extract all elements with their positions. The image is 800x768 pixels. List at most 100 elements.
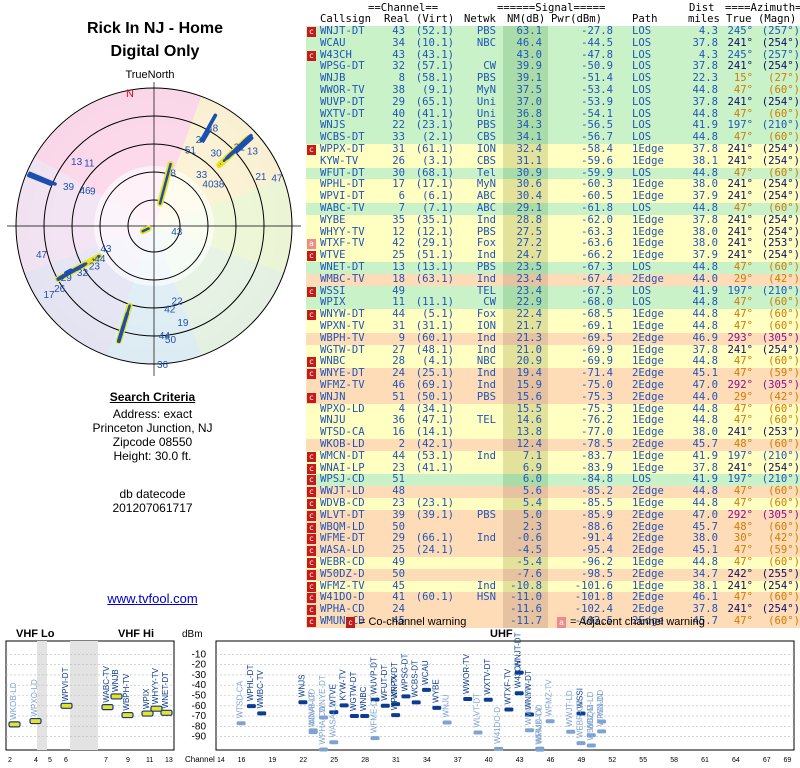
cell-callsign: WTVE bbox=[320, 249, 346, 262]
cell-true-azimuth: 47° bbox=[733, 107, 753, 120]
cell-magnetic-azimuth: (42°) bbox=[768, 390, 800, 403]
cell-miles: 44.8 bbox=[692, 497, 718, 509]
cell-network: CBS bbox=[476, 154, 496, 167]
cell-nm: 23.5 bbox=[516, 261, 542, 273]
cell-real: 29 bbox=[392, 95, 405, 108]
cell-true-azimuth: 241° bbox=[727, 190, 753, 203]
cell-callsign: WTSD-CA bbox=[320, 426, 365, 439]
cell-magnetic-azimuth: (254°) bbox=[761, 603, 800, 616]
cell-callsign: WGTW-DT bbox=[320, 343, 365, 356]
cell-power: -50.9 bbox=[581, 60, 613, 73]
cell-real: 24 bbox=[392, 367, 405, 380]
cell-true-azimuth: 197° bbox=[727, 473, 753, 486]
cell-network: CW bbox=[483, 296, 496, 309]
cell-miles: 37.8 bbox=[692, 36, 718, 49]
adjacent-warning-icon: a bbox=[307, 239, 316, 250]
cell-power: -53.4 bbox=[581, 84, 613, 96]
table-row: c WMCN-DT 44 (53.1) Ind 7.1 -83.7 1Edge 41.9 197°… bbox=[306, 450, 800, 463]
table-row: a WTXF-TV 42 (29.1) Fox 27.2 -63.6 1Edge 38.0 241… bbox=[306, 237, 800, 251]
page-title: Rick In NJ - Home bbox=[86, 20, 224, 37]
cell-power: -85.2 bbox=[581, 485, 613, 498]
cell-power: -76.2 bbox=[581, 414, 613, 427]
table-row: WMBC-TV 18 (63.1) Ind 23.4 -67.4 2Edge 44.0 29° (… bbox=[306, 272, 800, 286]
table-row: c WPSJ-CD 51 6.0 -84.8 LOS 41.9 197° (210°) bbox=[306, 473, 800, 487]
spectrum-bar-label: WPHA-CD bbox=[318, 706, 327, 744]
cell-power: -69.9 bbox=[581, 343, 613, 356]
co-channel-warning-icon: c bbox=[307, 487, 316, 498]
radar-channel-label: 47 bbox=[271, 173, 283, 184]
cell-real: 23 bbox=[392, 461, 405, 474]
cell-real: 18 bbox=[392, 272, 405, 285]
cell-true-azimuth: 47° bbox=[733, 485, 753, 498]
cell-power: -60.5 bbox=[581, 190, 613, 203]
db-datecode: db datecode 201207061717 bbox=[0, 487, 305, 515]
spectrum-bar bbox=[370, 736, 380, 741]
cell-true-azimuth: 47° bbox=[733, 166, 753, 179]
cell-power: -44.5 bbox=[581, 36, 613, 49]
cell-virt: (43.1) bbox=[415, 48, 454, 61]
spectrum-bar bbox=[422, 687, 431, 692]
cell-path: LOS bbox=[632, 72, 652, 85]
cell-miles: 38.0 bbox=[692, 426, 718, 439]
spectrum-bar-label: WKOB-LD bbox=[9, 682, 18, 720]
table-row: WTSD-CA 16 (14.1) 13.8 -77.0 1Edge 38.0 241° (25… bbox=[306, 427, 800, 439]
cell-magnetic-azimuth: (60°) bbox=[768, 520, 800, 533]
cell-callsign: WFUT-DT bbox=[320, 166, 365, 179]
spectrum-bar bbox=[545, 719, 555, 724]
cell-magnetic-azimuth: (254°) bbox=[761, 178, 800, 191]
cell-real: 39 bbox=[392, 508, 405, 521]
spectrum-bar-label: WMBC-TV bbox=[256, 670, 265, 709]
cell-real: 34 bbox=[392, 36, 405, 49]
cell-power: -68.5 bbox=[581, 308, 613, 321]
cell-path: 2Edge bbox=[632, 520, 664, 533]
table-row: WNJB 8 (58.1) PBS 39.1 -51.4 LOS 22.3 15° (27°) bbox=[306, 73, 800, 85]
cell-power: -75.3 bbox=[581, 402, 613, 415]
cell-nm: 2.3 bbox=[522, 520, 542, 533]
cell-path: LOS bbox=[632, 25, 652, 37]
cell-power: -84.8 bbox=[581, 473, 613, 486]
cell-real: 24 bbox=[392, 603, 405, 616]
cell-virt: (23.1) bbox=[415, 497, 454, 509]
cell-real: 42 bbox=[392, 237, 405, 250]
cell-true-azimuth: 241° bbox=[727, 143, 753, 155]
cell-true-azimuth: 29° bbox=[733, 390, 753, 403]
cell-network: PBS bbox=[476, 72, 496, 85]
spectrum-bar-label: WABC-TV bbox=[102, 665, 111, 702]
radar-channel-label: 27 bbox=[196, 135, 208, 146]
cell-miles: 37.8 bbox=[692, 603, 718, 616]
cell-power: -47.8 bbox=[581, 48, 613, 61]
cell-nm: 22.9 bbox=[516, 296, 542, 309]
cell-true-azimuth: 241° bbox=[727, 249, 753, 262]
table-row: WPVI-DT 6 (6.1) ABC 30.4 -60.5 1Edge 37.9 241° (2… bbox=[306, 191, 800, 203]
cell-nm: 15.9 bbox=[516, 379, 542, 391]
radar-channel-label: 17 bbox=[43, 290, 55, 301]
cell-nm: 32.4 bbox=[516, 143, 542, 155]
tvfool-link[interactable]: www.tvfool.com bbox=[0, 591, 305, 606]
cell-magnetic-azimuth: (305°) bbox=[761, 508, 800, 521]
cell-callsign: WNYW-DT bbox=[320, 308, 365, 321]
cell-real: 11 bbox=[392, 296, 405, 309]
cell-network: Ind bbox=[476, 249, 496, 262]
cell-power: -67.3 bbox=[581, 261, 613, 273]
spectrum-bar bbox=[298, 700, 308, 705]
cell-power: -56.7 bbox=[581, 131, 613, 144]
cell-network: TEL bbox=[476, 284, 496, 297]
cell-magnetic-azimuth: (254°) bbox=[761, 249, 800, 262]
cell-true-azimuth: 241° bbox=[727, 237, 753, 250]
cell-nm: 39.1 bbox=[516, 72, 542, 85]
spectrum-bar-label: WWOR-TV bbox=[462, 653, 471, 694]
cell-nm: 24.7 bbox=[516, 249, 542, 262]
table-row: c WLVT-DT 39 (39.1) PBS 5.0 -85.9 2Edge 47.0 292°… bbox=[306, 508, 800, 522]
cell-network: ION bbox=[476, 320, 496, 332]
col-miles: miles bbox=[688, 13, 720, 25]
table-row: c WFME-DT 29 (66.1) Ind -0.6 -91.4 2Edge 38.0 30°… bbox=[306, 533, 800, 546]
cell-true-azimuth: 47° bbox=[733, 320, 753, 332]
cell-nm: 34.3 bbox=[516, 119, 542, 132]
cell-path: LOS bbox=[632, 473, 652, 486]
cell-network: PBS bbox=[476, 119, 496, 132]
cell-network: ION bbox=[476, 143, 496, 155]
spectrum-bar-label: W43CH bbox=[514, 660, 523, 688]
cell-callsign: WPHL-DT bbox=[320, 178, 365, 191]
co-channel-warning-icon: c bbox=[307, 569, 316, 580]
cell-virt: (47.1) bbox=[415, 414, 454, 427]
